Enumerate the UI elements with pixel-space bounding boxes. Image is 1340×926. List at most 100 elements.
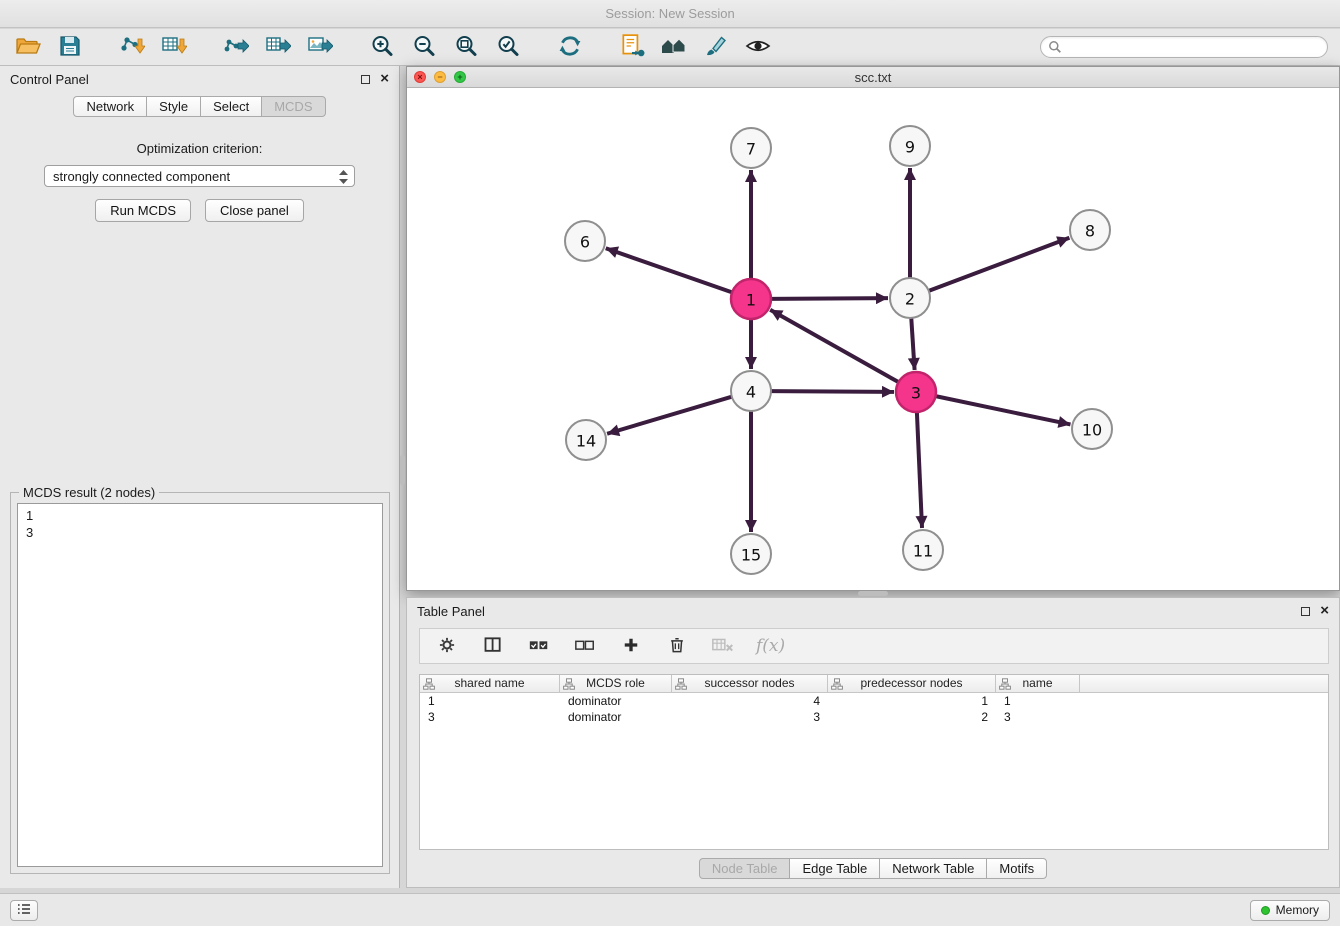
maximize-window-icon[interactable]: + — [454, 71, 466, 83]
table-cell: 1 — [996, 693, 1080, 709]
column-header-label: name — [1022, 676, 1052, 690]
column-header-name[interactable]: name — [996, 675, 1080, 693]
main-toolbar — [0, 29, 1340, 66]
refresh-button[interactable] — [554, 32, 586, 62]
show-columns-button[interactable] — [480, 633, 506, 659]
close-panel-button[interactable]: Close panel — [205, 199, 304, 222]
tab-network[interactable]: Network — [73, 96, 147, 117]
select-all-columns-button[interactable] — [526, 633, 552, 659]
save-session-button[interactable] — [54, 32, 86, 62]
column-header-mcds-role[interactable]: MCDS role — [560, 675, 672, 693]
two-houses-icon — [660, 34, 688, 61]
zoom-out-button[interactable] — [408, 32, 440, 62]
network-window-title: scc.txt — [855, 70, 892, 85]
float-table-panel-icon[interactable] — [1301, 607, 1310, 616]
table-row[interactable]: 3dominator323 — [420, 709, 1328, 725]
table-settings-button[interactable] — [434, 633, 460, 659]
export-image-button[interactable] — [304, 32, 336, 62]
export-network-button[interactable] — [220, 32, 252, 62]
tab-node-table[interactable]: Node Table — [699, 858, 791, 879]
minimize-window-icon[interactable]: − — [434, 71, 446, 83]
style-brush-button[interactable] — [700, 32, 732, 62]
show-hide-button[interactable] — [742, 32, 774, 62]
create-column-button[interactable] — [618, 633, 644, 659]
node-14[interactable]: 14 — [566, 420, 606, 460]
zoom-selected-icon — [496, 34, 520, 61]
column-header-successor-nodes[interactable]: successor nodes — [672, 675, 828, 693]
node-3[interactable]: 3 — [896, 372, 936, 412]
app-titlebar: Session: New Session — [0, 0, 1340, 28]
network-file-button[interactable] — [616, 32, 648, 62]
column-header-shared-name[interactable]: shared name — [420, 675, 560, 693]
node-15[interactable]: 15 — [731, 534, 771, 574]
zoom-fit-button[interactable] — [450, 32, 482, 62]
node-2[interactable]: 2 — [890, 278, 930, 318]
tab-style[interactable]: Style — [146, 96, 201, 117]
delete-table-button[interactable] — [710, 633, 736, 659]
import-network-button[interactable] — [116, 32, 148, 62]
close-panel-icon[interactable]: × — [380, 72, 389, 86]
node-11[interactable]: 11 — [903, 530, 943, 570]
edge-3-11[interactable] — [917, 412, 922, 528]
table-row[interactable]: 1dominator411 — [420, 693, 1328, 709]
function-builder-button[interactable]: f(x) — [756, 636, 785, 656]
tab-network-table[interactable]: Network Table — [879, 858, 987, 879]
export-table-icon — [265, 34, 291, 61]
node-6[interactable]: 6 — [565, 221, 605, 261]
network-view-window: × − + scc.txt 7 9 6 8 1 2 4 3 14 10 15 11 — [406, 66, 1340, 591]
node-4[interactable]: 4 — [731, 371, 771, 411]
close-table-panel-icon[interactable]: × — [1320, 604, 1329, 618]
column-header-predecessor-nodes[interactable]: predecessor nodes — [828, 675, 996, 693]
mcds-result-list[interactable]: 13 — [17, 503, 383, 867]
node-8[interactable]: 8 — [1070, 210, 1110, 250]
node-7[interactable]: 7 — [731, 128, 771, 168]
export-network-icon — [223, 34, 249, 61]
edge-4-14[interactable] — [607, 397, 732, 434]
svg-text:6: 6 — [580, 233, 590, 252]
memory-label: Memory — [1276, 903, 1319, 917]
edge-3-10[interactable] — [936, 396, 1071, 424]
export-table-button[interactable] — [262, 32, 294, 62]
horizontal-splitter-handle[interactable] — [858, 591, 888, 596]
node-9[interactable]: 9 — [890, 126, 930, 166]
column-header-label: MCDS role — [586, 676, 645, 690]
search-input[interactable] — [1040, 36, 1328, 58]
float-panel-icon[interactable] — [361, 75, 370, 84]
open-file-button[interactable] — [12, 32, 44, 62]
tab-motifs[interactable]: Motifs — [986, 858, 1047, 879]
first-neighbors-button[interactable] — [658, 32, 690, 62]
status-menu-button[interactable] — [10, 900, 38, 921]
deselect-all-columns-button[interactable] — [572, 633, 598, 659]
edge-2-8[interactable] — [929, 238, 1070, 291]
network-window-titlebar[interactable]: × − + scc.txt — [407, 67, 1339, 88]
column-header-label: predecessor nodes — [860, 676, 962, 690]
zoom-selected-button[interactable] — [492, 32, 524, 62]
checked-boxes-icon — [528, 635, 550, 658]
table-cell: 3 — [996, 709, 1080, 725]
edge-3-1[interactable] — [770, 310, 898, 382]
memory-button[interactable]: Memory — [1250, 900, 1330, 921]
edge-1-2[interactable] — [771, 298, 888, 299]
close-window-icon[interactable]: × — [414, 71, 426, 83]
tab-mcds[interactable]: MCDS — [261, 96, 325, 117]
delete-column-button[interactable] — [664, 633, 690, 659]
gear-icon — [437, 635, 457, 658]
edge-2-3[interactable] — [911, 318, 914, 370]
network-canvas[interactable]: 7 9 6 8 1 2 4 3 14 10 15 11 — [407, 88, 1339, 590]
tab-select[interactable]: Select — [200, 96, 262, 117]
node-10[interactable]: 10 — [1072, 409, 1112, 449]
run-mcds-button[interactable]: Run MCDS — [95, 199, 191, 222]
edge-1-6[interactable] — [606, 248, 732, 292]
zoom-in-button[interactable] — [366, 32, 398, 62]
table-panel-tabs: Node TableEdge TableNetwork TableMotifs — [407, 858, 1339, 879]
import-table-button[interactable] — [158, 32, 190, 62]
edge-4-3[interactable] — [771, 391, 894, 392]
tab-edge-table[interactable]: Edge Table — [789, 858, 880, 879]
svg-text:10: 10 — [1082, 421, 1102, 440]
svg-text:9: 9 — [905, 138, 915, 157]
criterion-dropdown[interactable]: strongly connected component — [44, 165, 355, 187]
svg-text:2: 2 — [905, 290, 915, 309]
vertical-splitter-handle[interactable] — [400, 455, 405, 485]
node-1[interactable]: 1 — [731, 279, 771, 319]
network-file-icon — [619, 33, 645, 62]
